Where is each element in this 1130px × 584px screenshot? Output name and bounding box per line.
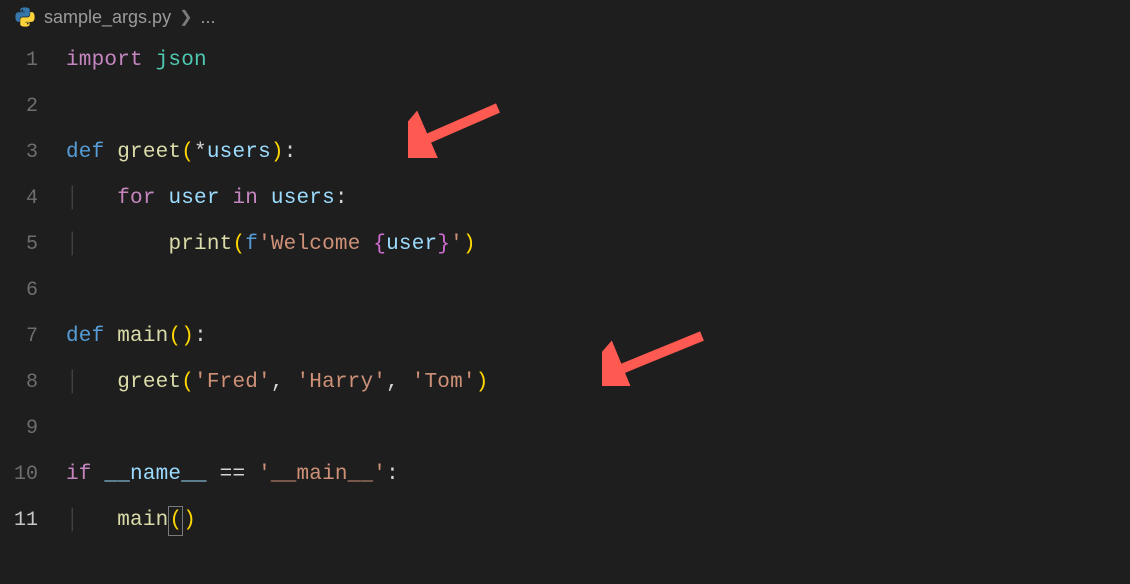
code-line[interactable]: 4 │ for user in users:	[0, 176, 1130, 222]
breadcrumb-filename[interactable]: sample_args.py	[44, 7, 171, 28]
line-number: 1	[0, 38, 66, 84]
code-line[interactable]: 2	[0, 84, 1130, 130]
line-number: 9	[0, 406, 66, 452]
line-number: 11	[0, 498, 66, 544]
line-number: 8	[0, 360, 66, 406]
code-line[interactable]: 10 if __name__ == '__main__':	[0, 452, 1130, 498]
python-file-icon	[14, 6, 36, 28]
line-number: 4	[0, 176, 66, 222]
line-number: 5	[0, 222, 66, 268]
breadcrumb[interactable]: sample_args.py ❯ ...	[0, 0, 1130, 34]
code-line[interactable]: 3 def greet(*users):	[0, 130, 1130, 176]
breadcrumb-rest[interactable]: ...	[200, 7, 215, 28]
line-number: 10	[0, 452, 66, 498]
code-line[interactable]: 5 │ print(f'Welcome {user}')	[0, 222, 1130, 268]
chevron-right-icon: ❯	[179, 7, 192, 27]
code-line[interactable]: 8 │ greet('Fred', 'Harry', 'Tom')	[0, 360, 1130, 406]
code-line[interactable]: 11 │ main()	[0, 498, 1130, 544]
line-number: 7	[0, 314, 66, 360]
line-number: 2	[0, 84, 66, 130]
code-line[interactable]: 9	[0, 406, 1130, 452]
code-editor[interactable]: 1 import json 2 3 def greet(*users): 4 │…	[0, 34, 1130, 544]
line-number: 3	[0, 130, 66, 176]
line-number: 6	[0, 268, 66, 314]
code-line[interactable]: 1 import json	[0, 38, 1130, 84]
code-line[interactable]: 6	[0, 268, 1130, 314]
code-line[interactable]: 7 def main():	[0, 314, 1130, 360]
